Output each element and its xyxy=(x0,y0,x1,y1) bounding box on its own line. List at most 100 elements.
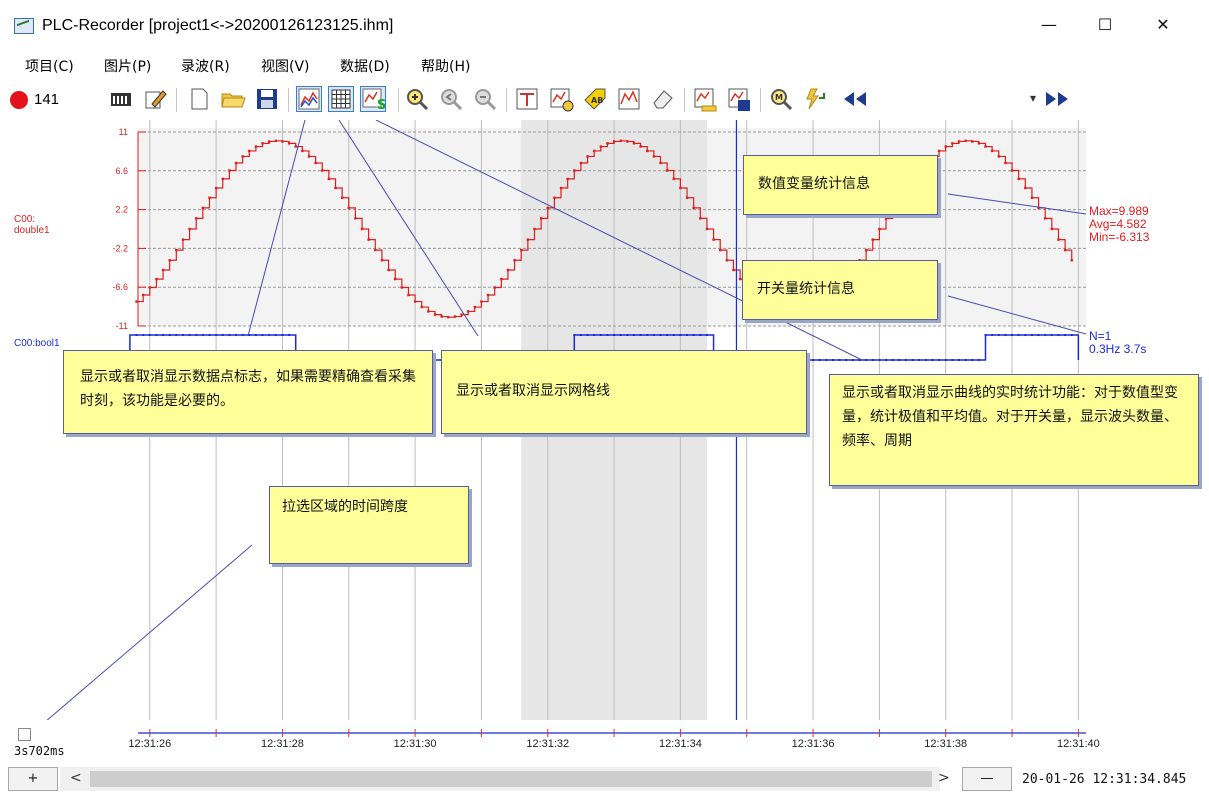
analog-data-point xyxy=(592,149,596,153)
minimize-button[interactable]: — xyxy=(1026,10,1072,40)
zoom-in-icon[interactable] xyxy=(404,86,430,112)
add-button[interactable]: + xyxy=(8,767,58,791)
save-icon[interactable] xyxy=(254,86,280,112)
analog-data-point xyxy=(228,169,231,172)
menu-data[interactable]: 数据(D) xyxy=(340,56,390,76)
fast-forward-icon[interactable] xyxy=(1042,86,1068,112)
grid-icon[interactable] xyxy=(328,86,354,112)
digital-data-point xyxy=(964,359,967,361)
analog-data-point xyxy=(520,248,523,252)
digital-data-point xyxy=(1017,334,1020,336)
svg-text:S: S xyxy=(377,98,386,111)
analog-data-point xyxy=(738,277,742,281)
chart-icon[interactable] xyxy=(616,86,642,112)
export-icon[interactable] xyxy=(726,86,752,112)
open-folder-icon[interactable] xyxy=(220,86,246,112)
panel-icon[interactable] xyxy=(108,86,134,112)
digital-data-point xyxy=(181,334,184,336)
digital-data-point xyxy=(891,359,894,361)
edit-icon[interactable] xyxy=(142,86,168,112)
analog-data-point xyxy=(360,227,364,231)
analog-data-point xyxy=(433,313,437,316)
digital-data-point xyxy=(818,359,821,361)
import-icon[interactable] xyxy=(692,86,718,112)
analog-data-point xyxy=(221,177,224,181)
remove-button[interactable]: — xyxy=(962,767,1012,791)
refresh-icon[interactable] xyxy=(802,86,828,112)
digital-data-point xyxy=(221,334,224,336)
analog-data-point xyxy=(1030,196,1034,199)
digital-data-point xyxy=(851,359,854,361)
digital-data-point xyxy=(268,334,271,336)
cursor-icon[interactable] xyxy=(514,86,540,112)
analog-data-point xyxy=(705,227,709,231)
digital-data-point xyxy=(261,334,264,336)
analog-data-point xyxy=(971,140,974,143)
digital-data-point xyxy=(241,334,244,336)
analog-data-point xyxy=(440,315,443,318)
analog-data-point xyxy=(466,310,470,313)
analog-data-point xyxy=(964,139,967,143)
menu-bar: 项目(C) 图片(P) 录波(R) 视图(V) 数据(D) 帮助(H) xyxy=(0,48,1209,82)
waveform-plot[interactable]: 11 6.6 2.2 -2.2 -6.6 -11 C00: double1 C00:boo… xyxy=(0,119,1209,723)
digital-data-point xyxy=(626,334,629,336)
analog-data-point xyxy=(732,268,735,272)
analog-data-point xyxy=(347,206,350,210)
menu-help[interactable]: 帮助(H) xyxy=(421,56,470,76)
y-tick-label: -2.2 xyxy=(112,243,128,253)
bottom-bar: 3s702ms 12:31:26 12:31:28 12:31:30 12:31:32… xyxy=(0,720,1209,810)
analog-data-point xyxy=(672,177,675,181)
app-icon xyxy=(14,18,34,34)
toolbar: 141 S AB M ▾ xyxy=(0,82,1209,120)
analog-data-point xyxy=(175,248,178,252)
time-combo[interactable]: ▾ xyxy=(876,88,1040,112)
analog-min-stat: Min=-6.313 xyxy=(1089,230,1150,244)
maximize-button[interactable]: ☐ xyxy=(1082,10,1128,40)
close-button[interactable]: ✕ xyxy=(1140,10,1186,40)
digital-data-point xyxy=(951,359,954,361)
scroll-left-arrow[interactable]: < xyxy=(70,770,82,786)
search-icon[interactable]: M xyxy=(768,86,794,112)
title-bar: PLC-Recorder [project1<->20200126123125.… xyxy=(0,0,1209,48)
menu-project[interactable]: 项目(C) xyxy=(25,56,74,76)
analog-series-label: C00: double1 xyxy=(14,214,50,236)
analog-data-point xyxy=(719,248,722,252)
digital-data-point xyxy=(652,334,655,336)
svg-text:M: M xyxy=(775,93,783,102)
analog-data-point xyxy=(1024,186,1027,190)
digital-data-point xyxy=(957,359,960,361)
analog-data-point xyxy=(553,196,556,199)
annotate-icon[interactable]: AB xyxy=(582,86,608,112)
analog-data-point xyxy=(513,259,516,262)
statistics-icon[interactable]: S xyxy=(360,86,386,113)
callout-data-markers: 显示或者取消显示数据点标志，如果需要精确查看采集时刻，该功能是必要的。 xyxy=(63,350,433,434)
zoom-prev-icon[interactable] xyxy=(438,86,464,112)
zoom-out-icon[interactable] xyxy=(472,86,498,112)
menu-record[interactable]: 录波(R) xyxy=(181,56,230,76)
digital-data-point xyxy=(659,334,662,336)
analog-data-point xyxy=(267,140,271,143)
analog-data-point xyxy=(1044,217,1047,220)
analog-series-name: C00: double1 xyxy=(14,214,50,236)
analog-data-point xyxy=(566,177,569,181)
analog-data-point xyxy=(977,142,981,145)
measure-icon[interactable] xyxy=(548,86,574,112)
analog-data-point xyxy=(281,140,284,143)
menu-view[interactable]: 视图(V) xyxy=(261,56,310,76)
scrollbar-thumb[interactable] xyxy=(90,771,932,787)
analog-data-point xyxy=(188,227,191,231)
data-markers-icon[interactable] xyxy=(296,86,322,112)
analog-data-point xyxy=(712,238,715,241)
rewind-icon[interactable] xyxy=(840,86,866,112)
analog-data-point xyxy=(307,155,311,158)
eraser-icon[interactable] xyxy=(650,86,676,112)
menu-picture[interactable]: 图片(P) xyxy=(104,56,151,76)
scroll-right-arrow[interactable]: > xyxy=(938,770,950,786)
digital-data-point xyxy=(1044,334,1047,336)
digital-data-point xyxy=(1070,334,1073,336)
new-file-icon[interactable] xyxy=(186,86,212,112)
analog-data-point xyxy=(480,300,483,303)
analog-data-point xyxy=(427,310,430,313)
record-indicator-icon xyxy=(10,91,28,109)
analog-data-point xyxy=(201,206,205,210)
